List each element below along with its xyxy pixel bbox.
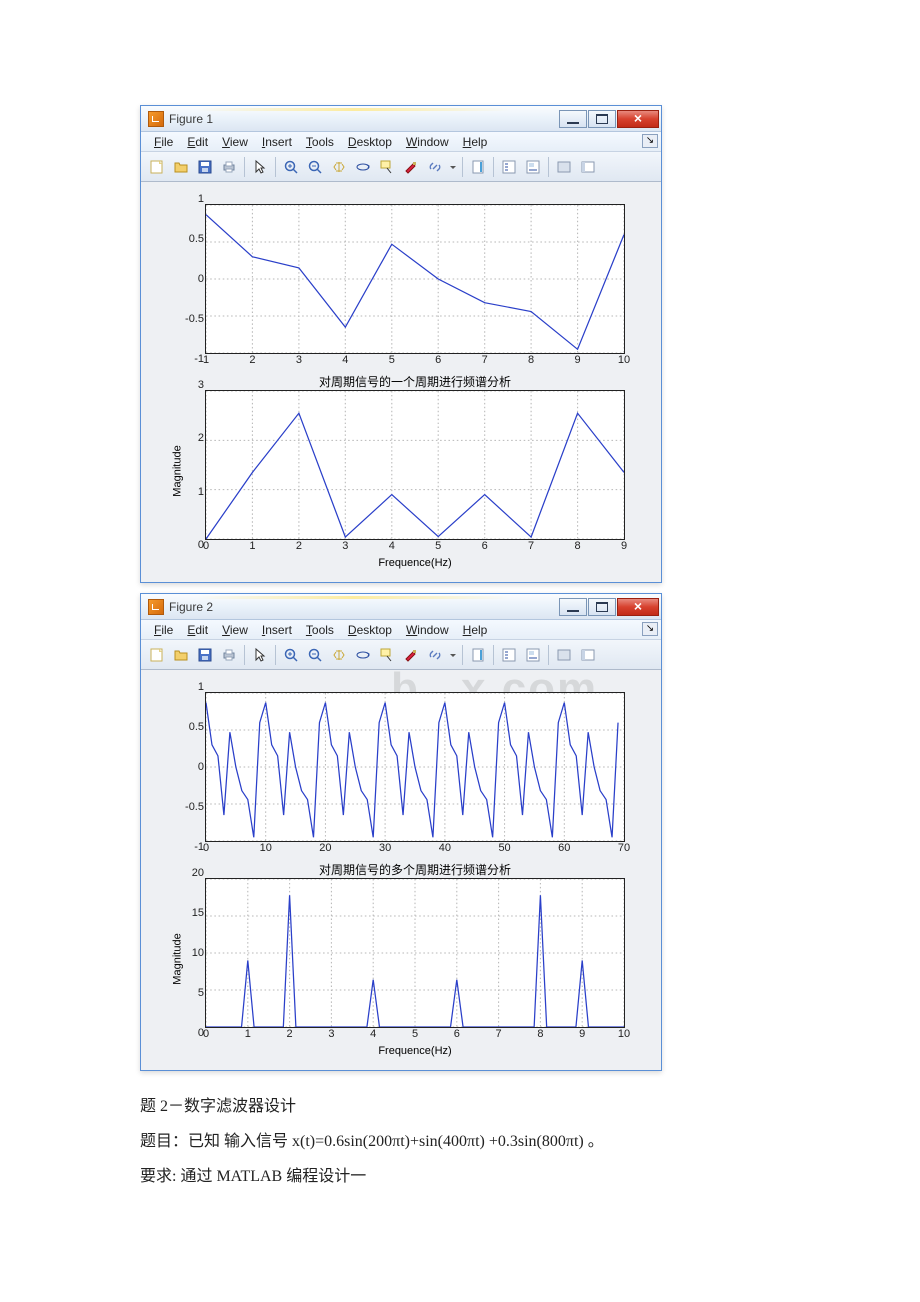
text-line: 题目：已知 输入信号 x(t)=0.6sin(200πt)+sin(400πt)… [140,1124,780,1159]
print-icon[interactable] [218,644,240,666]
menu-view[interactable]: View [215,623,255,637]
axes-2[interactable]: 对周期信号的多个周期进行频谱分析 012345678910 05101520 M… [205,878,625,1028]
show-plottools-icon[interactable] [577,644,599,666]
text-line: 题 2－数字滤波器设计 [140,1089,780,1124]
minimize-button[interactable] [559,598,587,616]
menubar: File Edit View Insert Tools Desktop Wind… [141,620,661,640]
maximize-button[interactable] [588,110,616,128]
pointer-icon[interactable] [249,644,271,666]
menu-insert[interactable]: Insert [255,623,299,637]
new-figure-icon[interactable] [146,156,168,178]
close-button[interactable]: × [617,598,659,616]
menu-tools[interactable]: Tools [299,135,341,149]
save-icon[interactable] [194,644,216,666]
link-icon[interactable] [424,156,446,178]
menu-window[interactable]: Window [399,623,456,637]
titlebar[interactable]: Figure 2 × [141,594,661,620]
axes-1[interactable]: 010203040506070 -1-0.500.51 [205,692,625,842]
new-figure-icon[interactable] [146,644,168,666]
menu-help[interactable]: Help [456,135,495,149]
hide-tools-icon[interactable] [553,156,575,178]
menu-view[interactable]: View [215,135,255,149]
zoom-out-icon[interactable] [304,156,326,178]
menu-edit[interactable]: Edit [180,623,215,637]
legend-icon[interactable] [498,644,520,666]
menu-desktop[interactable]: Desktop [341,135,399,149]
menu-desktop[interactable]: Desktop [341,623,399,637]
figure-area: 12345678910 -1-0.500.51 对周期信号的一个周期进行频谱分析… [141,182,661,582]
pointer-icon[interactable] [249,156,271,178]
figure-area: b x.com 010203040506070 -1-0.500.51 对周期信… [141,670,661,1070]
legend-icon[interactable] [498,156,520,178]
menu-edit[interactable]: Edit [180,135,215,149]
x-axis-label: Frequence(Hz) [206,557,624,569]
rotate3d-icon[interactable] [352,644,374,666]
figure-window-2: Figure 2 × File Edit View Insert Tools D… [140,593,662,1071]
open-icon[interactable] [170,156,192,178]
pan-icon[interactable] [328,644,350,666]
axes-1[interactable]: 12345678910 -1-0.500.51 [205,204,625,354]
datacursor-icon[interactable] [376,644,398,666]
link-icon[interactable] [424,644,446,666]
show-plottools-icon[interactable] [577,156,599,178]
text-line: 要求: 通过 MATLAB 编程设计一 [140,1159,780,1194]
menu-insert[interactable]: Insert [255,135,299,149]
menu-tools[interactable]: Tools [299,623,341,637]
zoom-in-icon[interactable] [280,156,302,178]
menu-help[interactable]: Help [456,623,495,637]
brush-icon[interactable] [400,156,422,178]
y-axis-label: Magnitude [172,445,184,496]
toolbar [141,640,661,670]
brush-icon[interactable] [400,644,422,666]
window-title: Figure 1 [169,111,558,126]
y-axis-label: Magnitude [172,933,184,984]
app-icon [148,111,164,127]
menu-file[interactable]: File [147,623,180,637]
axes-title: 对周期信号的多个周期进行频谱分析 [206,861,624,878]
annotate-icon[interactable] [522,644,544,666]
annotate-icon[interactable] [522,156,544,178]
figure-window-1: Figure 1 × File Edit View Insert Tools D… [140,105,662,583]
datacursor-icon[interactable] [376,156,398,178]
zoom-out-icon[interactable] [304,644,326,666]
menu-file[interactable]: File [147,135,180,149]
toolbar [141,152,661,182]
menu-window[interactable]: Window [399,135,456,149]
document-text: 题 2－数字滤波器设计 题目：已知 输入信号 x(t)=0.6sin(200πt… [140,1089,780,1195]
axes-title: 对周期信号的一个周期进行频谱分析 [206,373,624,390]
close-button[interactable]: × [617,110,659,128]
window-title: Figure 2 [169,599,558,614]
axes-2[interactable]: 对周期信号的一个周期进行频谱分析 0123456789 0123 Magnitu… [205,390,625,540]
dropdown-icon[interactable] [448,644,458,666]
dropdown-icon[interactable] [448,156,458,178]
hide-tools-icon[interactable] [553,644,575,666]
colorbar-icon[interactable] [467,644,489,666]
minimize-button[interactable] [559,110,587,128]
open-icon[interactable] [170,644,192,666]
menubar: File Edit View Insert Tools Desktop Wind… [141,132,661,152]
print-icon[interactable] [218,156,240,178]
zoom-in-icon[interactable] [280,644,302,666]
maximize-button[interactable] [588,598,616,616]
x-axis-label: Frequence(Hz) [206,1045,624,1057]
app-icon [148,599,164,615]
restore-icon[interactable]: ↘ [642,134,658,148]
save-icon[interactable] [194,156,216,178]
colorbar-icon[interactable] [467,156,489,178]
titlebar[interactable]: Figure 1 × [141,106,661,132]
pan-icon[interactable] [328,156,350,178]
restore-icon[interactable]: ↘ [642,622,658,636]
rotate3d-icon[interactable] [352,156,374,178]
